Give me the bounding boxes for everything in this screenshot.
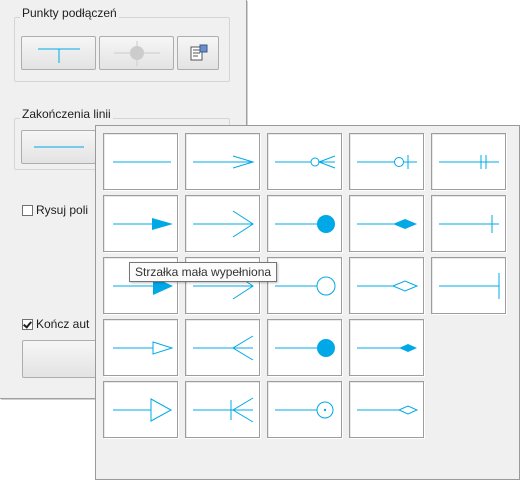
connection-point-line-button[interactable] [21,36,96,70]
single-bar-icon [439,215,499,233]
circle-bar-icon [357,155,417,169]
line-start-ending-button[interactable] [21,130,96,164]
line-ending-palette [95,125,520,480]
draw-polyline-checkbox-row[interactable]: Rysuj poli [22,203,88,217]
end-bar-icon [439,273,500,299]
ending-filled-circle[interactable] [267,319,342,376]
crow-foot-circle-icon [275,155,336,169]
ending-filled-arrow-small[interactable] [103,195,178,252]
open-diamond-icon [357,280,419,292]
bar-crow-foot-icon [193,397,254,423]
small-open-diamond-icon [357,405,419,415]
ending-bar-crow-foot[interactable] [185,381,260,438]
connection-points-title: Punkty podłączeń [20,6,119,20]
filled-arrow-small-icon [113,218,173,230]
ending-filled-circle-large[interactable] [267,195,342,252]
hollow-triangle-large-icon [113,398,173,422]
ending-open-diamond[interactable] [349,257,424,314]
properties-icon [190,44,208,61]
ending-small-open-diamond[interactable] [349,381,424,438]
filled-diamond-icon [357,219,417,229]
double-bar-icon [439,155,499,169]
filled-circle-icon [275,339,335,357]
ending-single-bar[interactable] [431,195,506,252]
connection-point-dot-button[interactable] [99,36,174,70]
end-auto-checkbox[interactable] [22,318,33,330]
filled-circle-large-icon [275,215,335,233]
ending-hollow-triangle-small[interactable] [103,319,178,376]
ending-small-circle[interactable] [267,381,342,438]
line-endings-title: Zakończenia linii [20,107,113,121]
tooltip: Strzałka mała wypełniona [129,262,278,282]
ending-crow-foot[interactable] [185,319,260,376]
ending-open-arrow-large[interactable] [185,195,260,252]
ending-end-bar[interactable] [431,257,506,314]
small-circle-icon [275,401,334,419]
ending-double-bar[interactable] [431,133,506,190]
ending-plain-line[interactable] [103,133,178,190]
draw-polyline-checkbox[interactable] [22,204,33,216]
plain-line-icon [34,146,84,148]
ending-hollow-triangle-large[interactable] [103,381,178,438]
plain-line-icon [113,161,171,163]
filled-diamond-small-icon [357,344,417,352]
crow-foot-icon [193,335,254,361]
connection-properties-button[interactable] [177,36,219,70]
ending-filled-diamond-small[interactable] [349,319,424,376]
t-connector-icon [38,48,80,63]
open-arrow-large-icon [193,210,254,238]
hollow-triangle-small-icon [113,341,174,355]
ending-open-circle-large[interactable] [267,257,342,314]
draw-polyline-label: Rysuj poli [36,203,89,217]
dot-connector-icon [114,41,160,66]
ending-filled-diamond[interactable] [349,195,424,252]
open-circle-large-icon [275,276,336,296]
ending-circle-bar[interactable] [349,133,424,190]
open-arrow-small-icon [193,155,255,169]
ending-crow-foot-circle[interactable] [267,133,342,190]
end-auto-label: Kończ aut [36,317,90,331]
ending-open-arrow-small[interactable] [185,133,260,190]
end-auto-checkbox-row[interactable]: Kończ aut [22,317,89,331]
